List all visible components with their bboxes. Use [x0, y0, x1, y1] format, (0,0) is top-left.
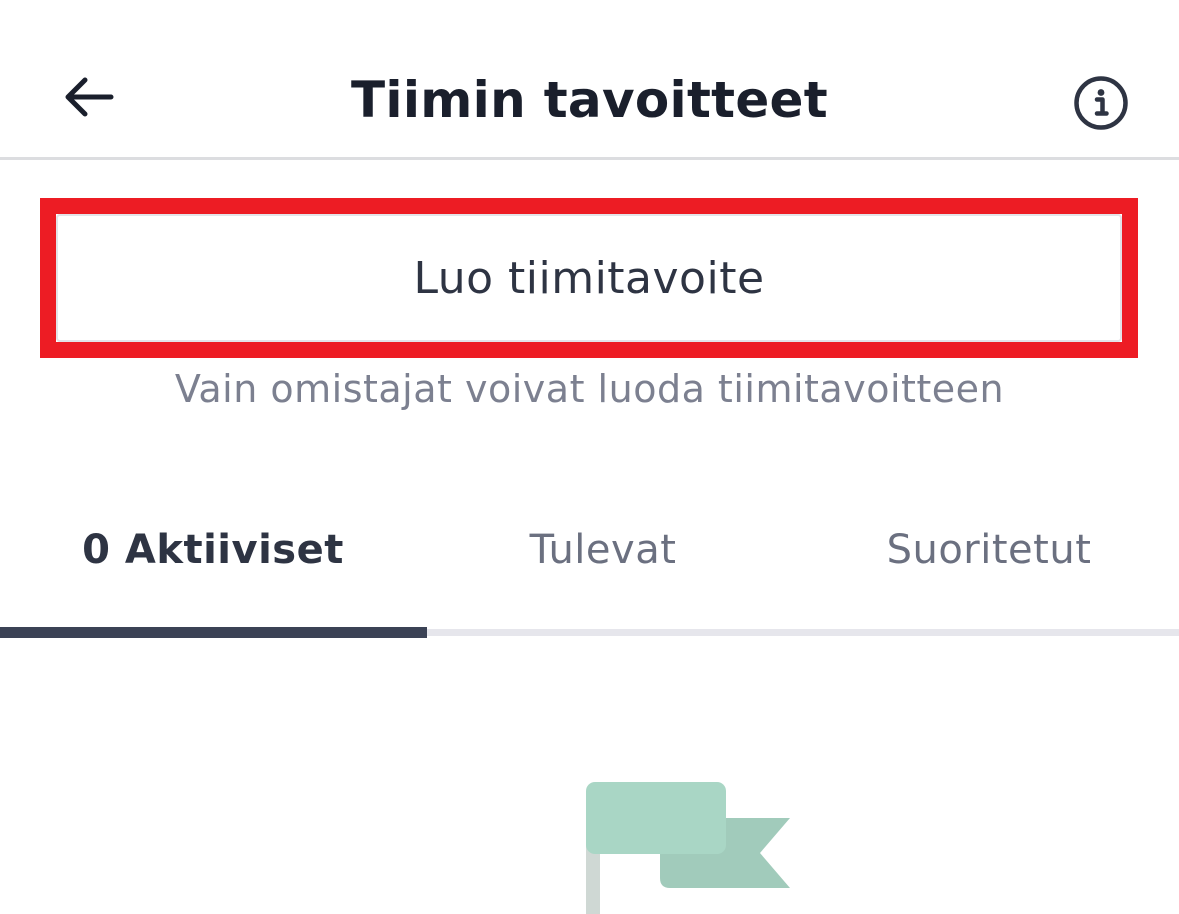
flag-icon	[586, 782, 790, 914]
info-button[interactable]	[1068, 70, 1134, 136]
goal-tabs: 0 Aktiiviset Tulevat Suoritetut	[0, 500, 1179, 600]
tab-completed-goals[interactable]: Suoritetut	[776, 500, 1179, 600]
top-app-bar: Tiimin tavoitteet	[0, 0, 1179, 160]
page-title: Tiimin tavoitteet	[351, 71, 828, 129]
active-tab-indicator	[0, 627, 427, 638]
owners-only-hint: Vain omistajat voivat luoda tiimitavoitt…	[174, 367, 1005, 411]
team-goals-screen: Tiimin tavoitteet Luo tiimitavoite Vain …	[0, 0, 1179, 914]
create-team-goal-button[interactable]: Luo tiimitavoite	[56, 214, 1122, 342]
tab-active-goals[interactable]: 0 Aktiiviset	[0, 500, 426, 600]
info-circle-icon	[1074, 76, 1128, 130]
tab-upcoming-goals[interactable]: Tulevat	[390, 500, 816, 600]
